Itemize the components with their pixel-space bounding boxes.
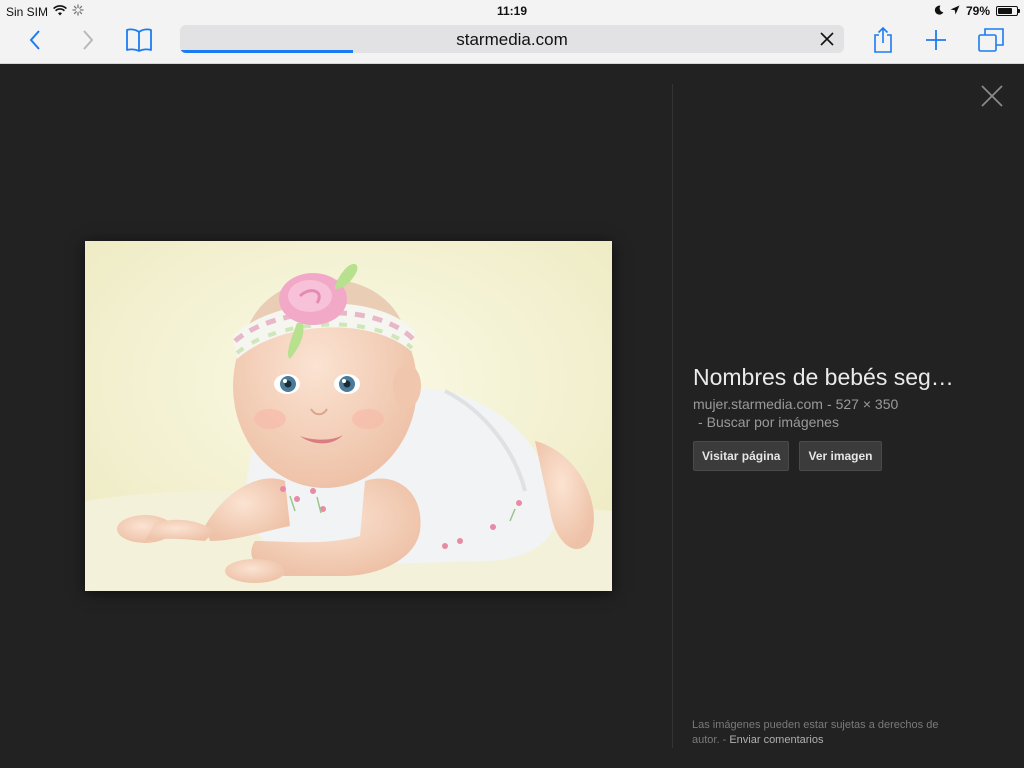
copyright-footer: Las imágenes pueden estar sujetas a dere… — [692, 718, 962, 748]
share-icon — [872, 26, 894, 54]
back-button[interactable] — [18, 25, 52, 55]
url-text[interactable]: starmedia.com — [180, 30, 844, 50]
forward-chevron-icon — [81, 29, 95, 51]
view-image-button[interactable]: Ver imagen — [799, 441, 882, 471]
bookmarks-icon — [125, 28, 153, 52]
status-time: 11:19 — [496, 4, 528, 18]
clear-url-button[interactable] — [818, 30, 836, 48]
forward-button[interactable] — [71, 25, 105, 55]
search-by-image-link[interactable]: Buscar por imágenes — [707, 414, 839, 430]
page-load-progress — [180, 50, 353, 53]
send-feedback-link[interactable]: Enviar comentarios — [729, 734, 823, 746]
new-tab-icon — [925, 29, 947, 51]
back-chevron-icon — [28, 29, 42, 51]
new-tab-button[interactable] — [919, 25, 953, 55]
image-source-link[interactable]: mujer.starmedia.com — [693, 396, 823, 412]
tabs-overview-button[interactable] — [974, 25, 1008, 55]
image-dimensions: 527 × 350 — [835, 396, 899, 412]
battery-icon — [996, 6, 1020, 16]
bookmarks-button[interactable] — [122, 25, 156, 55]
preview-image[interactable] — [85, 241, 612, 591]
separator: - — [698, 414, 703, 430]
image-viewer: Nombres de bebés seg… mujer.starmedia.co… — [0, 64, 1024, 768]
close-icon — [980, 85, 1004, 112]
tabs-icon — [977, 27, 1005, 53]
location-arrow-icon — [950, 4, 960, 18]
close-viewer-button[interactable] — [980, 84, 1004, 108]
share-button[interactable] — [866, 25, 900, 55]
moon-icon — [934, 4, 944, 18]
baby-photo — [85, 241, 612, 591]
status-bar: Sin SIM 11:19 79% — [0, 0, 1024, 22]
browser-chrome: Sin SIM 11:19 79% starmedia.com — [0, 0, 1024, 64]
visit-page-button[interactable]: Visitar página — [693, 441, 790, 471]
battery-percent: 79% — [965, 4, 990, 18]
separator: - — [826, 396, 832, 412]
address-bar[interactable]: starmedia.com — [180, 25, 844, 53]
panel-divider — [672, 84, 673, 748]
image-info-panel: Nombres de bebés seg… mujer.starmedia.co… — [693, 364, 993, 471]
image-title[interactable]: Nombres de bebés seg… — [693, 364, 993, 391]
clear-icon — [818, 32, 836, 52]
battery-fill — [998, 8, 1012, 14]
